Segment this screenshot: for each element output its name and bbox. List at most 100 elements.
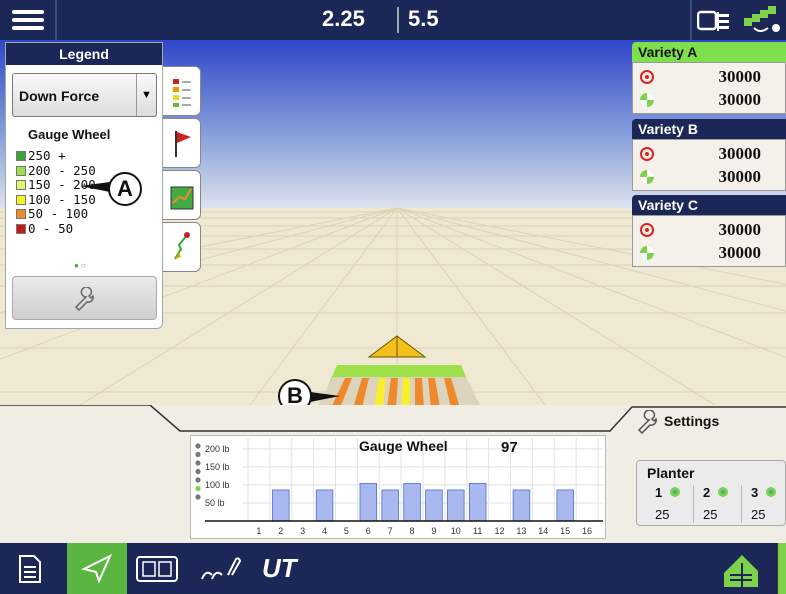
tab-field-summary[interactable]: [163, 170, 201, 220]
y-tick-label: 150 lb: [205, 462, 230, 472]
product-rates: 30000 30000: [632, 62, 786, 114]
document-icon: [19, 555, 41, 583]
product-panel[interactable]: Variety B 30000 30000: [632, 119, 786, 191]
x-tick-label: 15: [560, 526, 570, 536]
legend-layer-value: Down Force: [19, 88, 100, 104]
chart-bar: [272, 489, 290, 522]
row-status-dot: [195, 451, 201, 458]
field-chart-icon: [170, 186, 194, 210]
split-view-icon: [136, 556, 178, 582]
legend-settings-button[interactable]: [12, 276, 157, 320]
chart-bar: [468, 483, 487, 522]
nav-planting-button[interactable]: [190, 543, 250, 594]
menu-icon[interactable]: [8, 6, 48, 34]
row-status-dot: [195, 468, 201, 475]
chart-bar: [512, 489, 531, 522]
legend-range-label: 250 +: [28, 148, 66, 163]
target-rate: 30000: [718, 67, 762, 86]
planter-section-id: 1: [655, 485, 663, 500]
chart-current-value: 97: [501, 439, 518, 456]
target-icon: [640, 70, 654, 84]
nav-guidance-button[interactable]: [67, 543, 127, 594]
settings-label: Settings: [664, 413, 720, 429]
divider: [55, 0, 57, 40]
chart-bar: [425, 489, 443, 522]
nav-universal-terminal-button[interactable]: UT: [250, 543, 310, 594]
legend-swatch: [16, 194, 26, 205]
callout-a-pointer: [80, 182, 110, 192]
legend-swatch: [16, 209, 26, 219]
tab-flags[interactable]: [163, 118, 201, 168]
settings-button[interactable]: Settings: [636, 410, 786, 434]
chart-bar: [381, 489, 399, 522]
panel-handle[interactable]: [777, 543, 786, 594]
product-name: Variety C: [632, 195, 786, 215]
planter-section: 2 25: [697, 485, 737, 525]
top-readout-left: 2.25: [322, 6, 365, 31]
x-tick-label: 7: [388, 526, 393, 536]
chart-bar: [315, 489, 334, 522]
gps-satellite-icon[interactable]: [740, 4, 782, 36]
seed-status-icon: [670, 487, 680, 497]
product-panel[interactable]: Variety C 30000 30000: [632, 195, 786, 267]
applied-rate-row: 30000: [633, 88, 786, 110]
x-tick-label: 8: [410, 526, 415, 536]
display-status-icon[interactable]: [696, 10, 735, 32]
field-layers-icon: [724, 555, 758, 587]
target-rate-row: 30000: [633, 65, 786, 87]
legend-range-label: 50 - 100: [28, 206, 89, 221]
target-rate: 30000: [718, 220, 762, 239]
legend-range-item: 200 - 250: [16, 163, 96, 178]
product-name: Variety B: [632, 119, 786, 139]
x-tick-label: 4: [322, 526, 327, 536]
legend-range-item: 0 - 50: [16, 220, 74, 236]
planter-section-id: 3: [751, 485, 759, 500]
seed-status-icon: [718, 487, 728, 497]
legend-range-label: 0 - 50: [28, 220, 74, 236]
product-name: Variety A: [632, 42, 786, 62]
x-tick-label: 2: [278, 526, 283, 536]
callout-b-pointer: [310, 392, 340, 402]
x-tick-label: 6: [366, 526, 371, 536]
x-tick-label: 16: [582, 526, 592, 536]
legend-swatch: [16, 223, 26, 234]
planter-title: Planter: [647, 465, 695, 481]
legend-range-item: 250 +: [16, 149, 66, 163]
row-status-dot: [195, 443, 201, 449]
chart-bar: [359, 483, 378, 522]
legend-range-item: 50 - 100: [16, 207, 88, 221]
planter-section-value: 25: [655, 507, 670, 522]
legend-layer-dropdown[interactable]: Down Force ▼: [12, 73, 157, 117]
applied-rate: 30000: [718, 90, 762, 109]
gauge-wheel-chart: 50 lb 100 lb 150 lb 200 lb 1 2 3 4 5 6 7 8 9 10 11 12 13…: [190, 435, 606, 539]
guidance-line-icon: [174, 232, 190, 260]
nav-field-operations-button[interactable]: [710, 543, 770, 594]
planter-section-id: 2: [703, 485, 711, 500]
divider: [397, 7, 399, 33]
planter-section-value: 25: [751, 507, 766, 522]
nav-reports-button[interactable]: [0, 543, 60, 594]
target-icon: [640, 147, 654, 161]
row-status-dot: [195, 485, 201, 492]
target-rate-row: 30000: [633, 218, 786, 240]
tab-legend[interactable]: [163, 66, 201, 116]
ut-icon: UT: [262, 553, 297, 583]
applied-rate-icon: [640, 93, 654, 107]
y-tick-label: 200 lb: [205, 444, 230, 454]
chevron-down-icon: ▼: [136, 74, 156, 116]
wrench-icon: [637, 410, 657, 434]
tab-guidance[interactable]: [163, 222, 201, 272]
x-tick-label: 1: [256, 526, 261, 536]
nav-split-view-button[interactable]: [127, 543, 187, 594]
row-status-dot: [195, 460, 201, 466]
planter-panel[interactable]: Planter 1 25 2 25 3 25: [636, 460, 786, 526]
legend-swatch: [16, 151, 26, 161]
divider: [741, 485, 742, 523]
applied-rate-row: 30000: [633, 165, 786, 187]
x-tick-label: 12: [495, 526, 505, 536]
wrench-icon: [74, 287, 94, 311]
seeds-icon: [201, 557, 242, 580]
product-panel[interactable]: Variety A 30000 30000: [632, 42, 786, 114]
chart-bar: [556, 489, 574, 522]
chart-title: Gauge Wheel: [359, 438, 448, 454]
